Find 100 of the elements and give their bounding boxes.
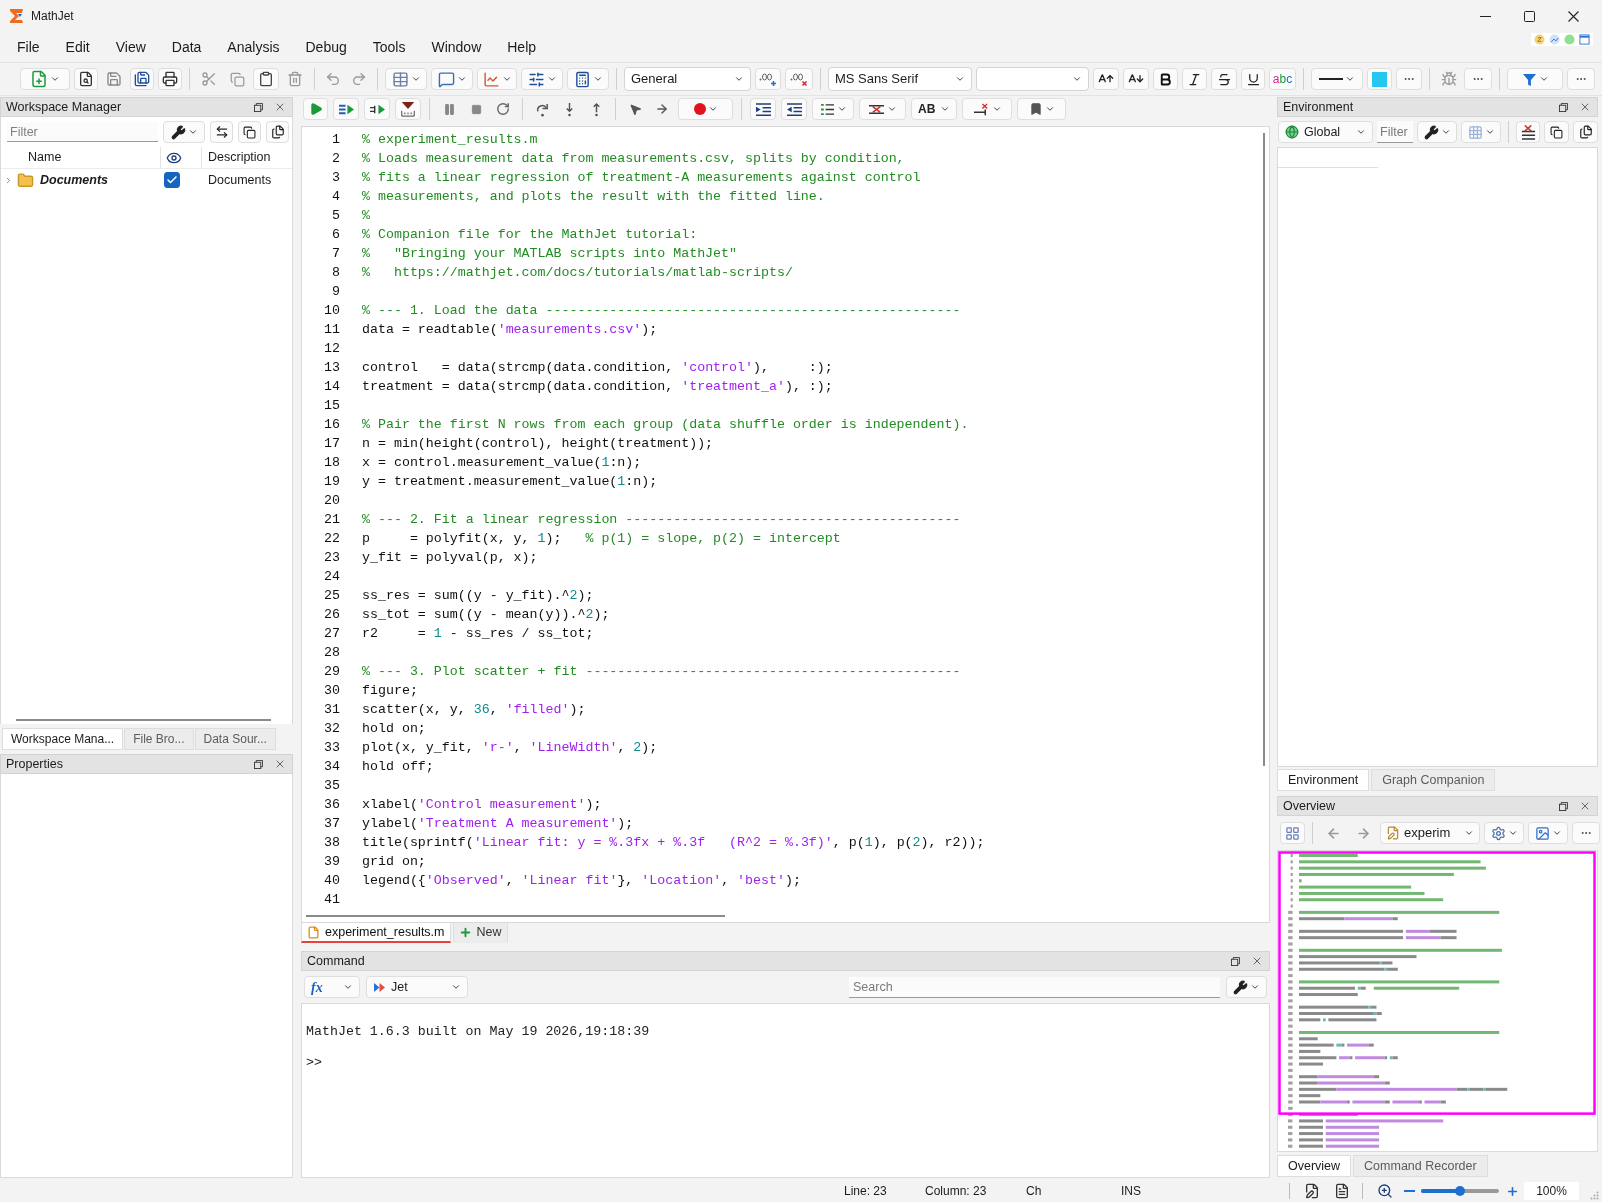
file-pen-icon [1303, 1183, 1320, 1199]
console-prompt[interactable]: >> [306, 1055, 322, 1071]
visible-checkbox[interactable] [164, 172, 180, 188]
shrink-font-button[interactable] [1123, 68, 1149, 90]
close-button[interactable] [274, 758, 286, 770]
function-dropdown[interactable]: fx [304, 976, 360, 998]
menu-item[interactable]: Window [418, 34, 495, 60]
list-dropdown[interactable] [812, 98, 854, 120]
bookmark-dropdown[interactable] [1017, 98, 1066, 120]
panel-tab[interactable]: File Bro... [124, 728, 194, 750]
table-dropdown[interactable] [385, 68, 427, 90]
context-dropdown[interactable]: Jet [366, 976, 468, 998]
menu-item[interactable]: Data [158, 34, 215, 60]
paste-button[interactable] [253, 68, 279, 90]
indent-button[interactable] [750, 98, 776, 120]
zoom-in-button[interactable] [1506, 1184, 1519, 1198]
formula-dropdown[interactable] [567, 68, 609, 90]
font-dropdown[interactable]: MS Sans Serif [828, 67, 972, 91]
resize-grip-icon[interactable] [1590, 1191, 1599, 1200]
panel-tab[interactable]: Environment [1277, 769, 1370, 791]
tree-item[interactable]: Documents [40, 170, 109, 190]
scrollbar[interactable] [1263, 133, 1265, 766]
breakpoint-dropdown[interactable] [678, 98, 733, 120]
editor-tab[interactable]: New [452, 923, 508, 943]
comment-dropdown[interactable] [431, 68, 473, 90]
page-view-button[interactable] [1303, 1182, 1320, 1200]
image-dropdown[interactable] [1528, 822, 1568, 844]
document-dropdown[interactable]: experim [1380, 822, 1480, 844]
decimal-decrease-button[interactable] [785, 68, 813, 90]
panel-tab[interactable]: Data Sour... [194, 728, 276, 750]
close-button[interactable] [1251, 955, 1263, 967]
settings-dropdown[interactable] [1417, 121, 1457, 143]
menu-item[interactable]: Help [494, 34, 550, 60]
duplicate-button[interactable] [266, 121, 289, 143]
run-to-end-button[interactable] [395, 98, 421, 120]
restore-button[interactable] [1230, 955, 1241, 967]
filter-field[interactable]: Filter [7, 122, 158, 142]
clear-button[interactable] [1516, 121, 1540, 143]
text-view-button[interactable] [1333, 1182, 1350, 1200]
panel-tab[interactable]: Command Recorder [1353, 1155, 1488, 1177]
swap-button[interactable] [210, 121, 233, 143]
filter-dropdown[interactable] [1507, 68, 1563, 90]
search-field[interactable]: Search [849, 976, 1220, 998]
scrollbar[interactable] [306, 915, 725, 917]
copy-button[interactable] [1544, 121, 1569, 143]
bold-button[interactable] [1153, 68, 1178, 90]
restore-button[interactable] [1558, 800, 1569, 812]
column-header[interactable]: Name [28, 148, 62, 167]
new-button[interactable] [20, 68, 70, 90]
print-button[interactable] [158, 68, 182, 90]
case-dropdown[interactable]: AB [911, 98, 957, 120]
restore-button[interactable] [1558, 101, 1569, 113]
menu-item[interactable]: View [102, 34, 159, 60]
fill-swatch-button[interactable] [1367, 68, 1392, 90]
editor-tab[interactable]: experiment_results.m [301, 923, 451, 943]
restore-button[interactable] [253, 758, 264, 770]
swap-icon [214, 125, 229, 139]
panel-tab[interactable]: Overview [1277, 1155, 1352, 1177]
run-advance-button[interactable] [364, 98, 390, 120]
restore-button[interactable] [253, 101, 264, 113]
menu-item[interactable]: Edit [52, 34, 103, 60]
filter-field[interactable]: Filter [1377, 121, 1413, 143]
layout-button[interactable] [1280, 822, 1305, 844]
decimal-increase-button[interactable] [755, 68, 781, 90]
view-settings-dropdown[interactable] [1484, 822, 1524, 844]
column-header[interactable]: Description [208, 148, 271, 167]
menu-item[interactable]: Analysis [214, 34, 293, 60]
outdent-button[interactable] [781, 98, 807, 120]
line-style-dropdown[interactable] [1311, 68, 1363, 90]
run-section-button[interactable] [333, 98, 359, 120]
number-format-dropdown[interactable]: General [624, 67, 751, 91]
remove-line-dropdown[interactable] [859, 98, 906, 120]
grow-font-button[interactable] [1093, 68, 1119, 90]
underline-button[interactable] [1241, 68, 1265, 90]
slider-thumb[interactable] [1455, 1186, 1465, 1196]
code-minimap[interactable] [1278, 851, 1598, 1151]
copy-button[interactable] [238, 121, 261, 143]
scrollbar[interactable] [16, 719, 271, 721]
menu-item[interactable]: Tools [359, 34, 419, 60]
panel-tab[interactable]: Workspace Mana... [2, 728, 124, 750]
menu-item[interactable]: Debug [292, 34, 360, 60]
save-all-button[interactable] [130, 68, 154, 90]
close-button[interactable] [1579, 800, 1591, 812]
scope-dropdown[interactable]: Global [1278, 121, 1373, 143]
close-button[interactable] [1579, 101, 1591, 113]
italic-button[interactable] [1182, 68, 1207, 90]
run-button[interactable] [303, 98, 328, 120]
duplicate-button[interactable] [1573, 121, 1598, 143]
menu-item[interactable]: File [4, 34, 53, 60]
strikethrough-button[interactable] [1211, 68, 1237, 90]
panel-tab[interactable]: Graph Companion [1371, 769, 1496, 791]
text-color-button[interactable]: abc [1269, 68, 1296, 90]
clear-line-dropdown[interactable] [962, 98, 1012, 120]
zoom-level[interactable]: 100% [1524, 1182, 1579, 1200]
close-button[interactable] [274, 101, 286, 113]
slider-dropdown[interactable] [521, 68, 563, 90]
zoom-button[interactable] [1376, 1182, 1393, 1200]
settings-dropdown[interactable] [1226, 976, 1267, 998]
settings-dropdown[interactable] [163, 121, 205, 143]
open-button[interactable] [74, 68, 98, 90]
